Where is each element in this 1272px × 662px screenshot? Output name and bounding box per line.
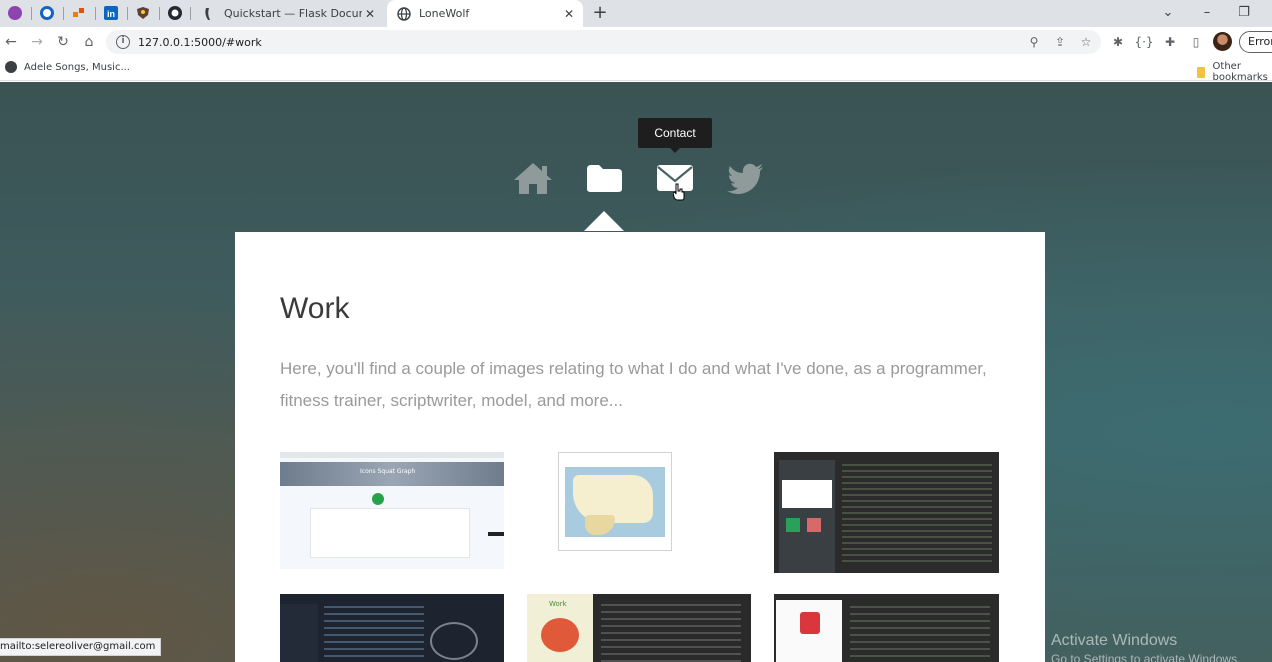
windows-activation-watermark: Activate Windows Go to Settings to activ… [1051, 632, 1241, 662]
bookmarks-bar: Adele Songs, Music... Other bookmarks [0, 57, 1272, 83]
work-section: Work Here, you'll find a couple of image… [235, 232, 1045, 662]
restore-icon[interactable]: ❐ [1233, 3, 1255, 23]
active-section-indicator [584, 211, 624, 231]
bookmark-item[interactable]: Adele Songs, Music... [5, 61, 130, 73]
app-icon [8, 6, 22, 20]
nav-twitter[interactable] [724, 160, 768, 196]
home-button-icon[interactable]: ⌂ [79, 32, 99, 52]
pinned-tab-linkedin[interactable]: in [101, 4, 121, 22]
close-icon[interactable]: ✕ [362, 6, 378, 22]
share-icon[interactable]: ⇪ [1052, 34, 1068, 50]
svg-text:in: in [107, 9, 115, 19]
pinned-tab-2[interactable] [37, 4, 57, 22]
work-thumbnail-pomodoro[interactable]: Work [527, 594, 751, 662]
nav-work[interactable] [582, 160, 626, 196]
work-thumbnail-squat-graph[interactable]: Icons Squat Graph [280, 452, 504, 569]
work-thumbnail-quiz-app[interactable] [774, 452, 999, 573]
pinned-tab-5[interactable] [133, 4, 153, 22]
tab-title: LoneWolf [419, 7, 470, 20]
app-icon [73, 8, 84, 17]
globe-icon [397, 6, 411, 21]
pinned-tab-1[interactable] [5, 4, 25, 22]
profile-error-button[interactable]: Error [1239, 31, 1272, 53]
extension-code-icon[interactable]: {·} [1134, 32, 1154, 52]
tab-title: Quickstart — Flask Documentation [224, 7, 362, 20]
folder-icon [587, 165, 622, 192]
page-viewport: Contact Work Here, you'll find a couple … [0, 82, 1272, 662]
other-bookmarks[interactable]: Other bookmarks [1197, 61, 1272, 83]
tab-search-icon[interactable]: ⌄ [1157, 3, 1179, 23]
back-icon[interactable]: ← [1, 32, 21, 52]
app-icon [40, 6, 54, 20]
page-title: Work [280, 292, 350, 325]
site-info-icon[interactable]: i [116, 35, 130, 49]
forward-icon[interactable]: → [27, 32, 47, 52]
bookmark-label: Adele Songs, Music... [24, 61, 130, 73]
avatar[interactable] [1213, 32, 1232, 51]
work-thumbnail-map[interactable] [558, 452, 672, 551]
hand-cursor-icon [673, 183, 685, 201]
puzzle-icon[interactable]: ✚ [1160, 32, 1180, 52]
linkedin-icon: in [104, 6, 118, 20]
nav-home[interactable] [511, 160, 555, 196]
status-bar-link: mailto:selereoliver@gmail.com [0, 638, 162, 656]
zoom-icon[interactable]: ⚲ [1026, 34, 1042, 50]
flask-icon [202, 7, 216, 21]
close-icon [807, 518, 821, 532]
tab-flask-docs[interactable]: Quickstart — Flask Documentation ✕ [192, 0, 384, 27]
tomato-icon [541, 618, 579, 652]
url-text: 127.0.0.1:5000/#work [138, 35, 262, 49]
piggy-bank-icon [430, 622, 478, 660]
reload-icon[interactable]: ↻ [53, 32, 73, 52]
work-thumbnail-editor[interactable] [280, 594, 504, 662]
close-icon[interactable]: ✕ [561, 6, 577, 22]
tab-lonewolf[interactable]: LoneWolf ✕ [387, 0, 583, 27]
bookmark-label: Other bookmarks [1212, 61, 1268, 83]
lock-icon [800, 612, 820, 634]
contact-tooltip: Contact [638, 118, 712, 153]
pinned-tab-github[interactable] [165, 4, 185, 22]
pinned-tab-3[interactable] [69, 4, 89, 22]
address-bar[interactable]: i 127.0.0.1:5000/#work ⚲ ⇪ ☆ [106, 30, 1101, 54]
side-panel-icon[interactable]: ▯ [1186, 32, 1206, 52]
new-tab-button[interactable]: + [590, 3, 610, 23]
check-icon [786, 518, 800, 532]
twitter-icon [727, 163, 763, 194]
extension-bug-icon[interactable]: ✱ [1108, 32, 1128, 52]
thumb-caption: Work [549, 600, 567, 608]
bookmark-icon [5, 61, 17, 73]
thumb-caption: Icons Squat Graph [360, 468, 416, 475]
work-thumbnail-password[interactable] [774, 594, 999, 662]
browser-toolbar: ← → ↻ ⌂ i 127.0.0.1:5000/#work ⚲ ⇪ ☆ ✱ {… [0, 27, 1272, 57]
bookmark-star-icon[interactable]: ☆ [1078, 34, 1094, 50]
minimize-icon[interactable]: – [1196, 3, 1218, 23]
site-nav: Contact [0, 82, 1272, 232]
home-icon [514, 163, 552, 194]
section-description: Here, you'll find a couple of images rel… [280, 359, 987, 410]
shield-icon [137, 7, 149, 19]
folder-icon [1197, 66, 1205, 78]
tab-strip: in Quickstart — Flask Documentation ✕ Lo… [0, 0, 1272, 27]
github-icon [168, 6, 182, 20]
